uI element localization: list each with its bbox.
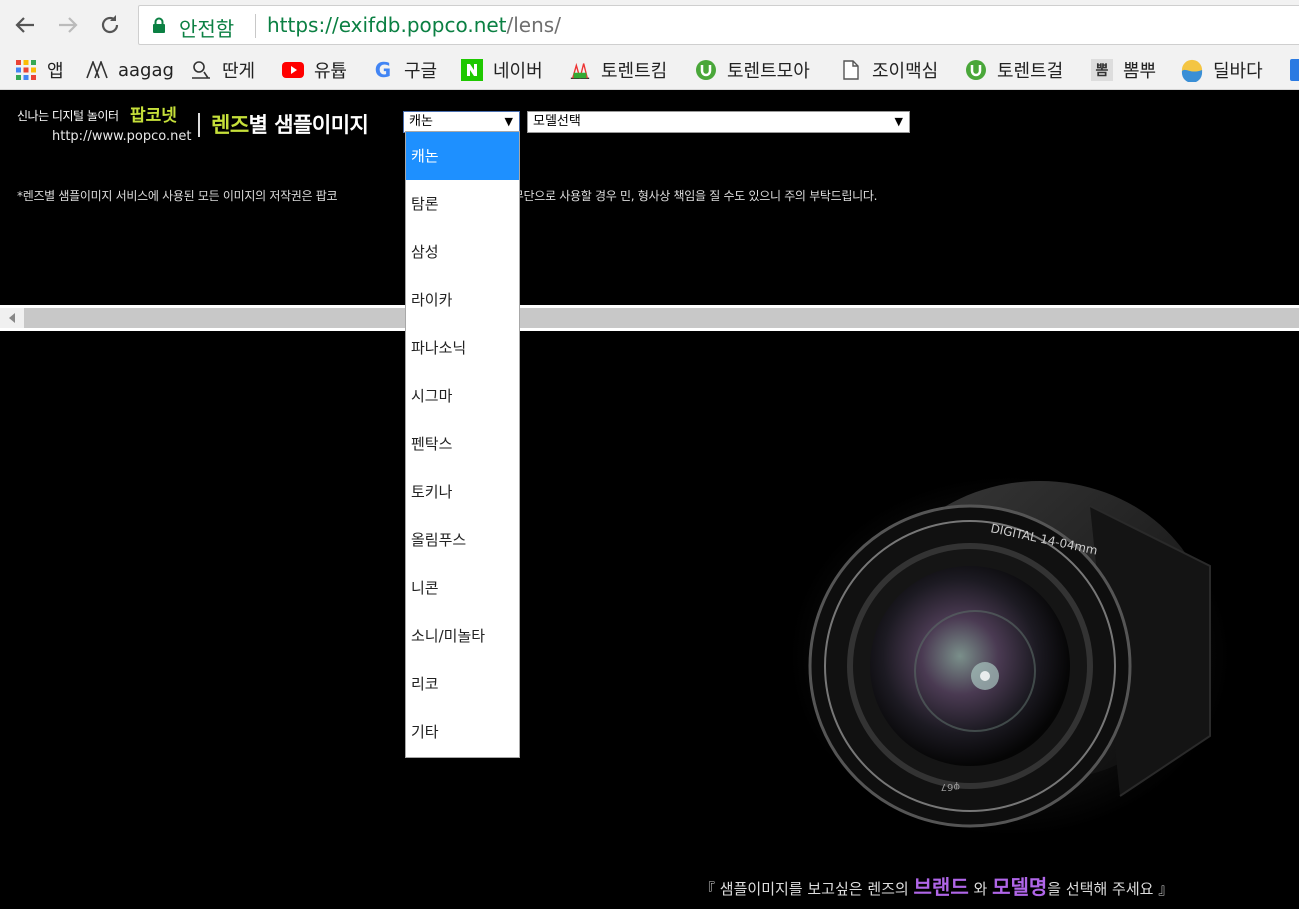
bookmark-torrentgirl[interactable]: 토렌트걸: [965, 56, 1063, 84]
dropdown-arrow-icon: ▼: [504, 115, 513, 128]
dropdown-option[interactable]: 기타: [406, 708, 519, 756]
aagag-icon: [86, 59, 108, 81]
lock-icon: [153, 17, 165, 33]
bookmark-label: 딴게: [222, 61, 256, 82]
scrollbar-track[interactable]: [0, 308, 1299, 328]
address-bar[interactable]: 안전함 https://exifdb.popco.net/lens/: [138, 5, 1299, 45]
caption-open: 『: [700, 880, 716, 898]
bookmark-label: 유튭: [314, 61, 348, 82]
horizontal-scrollbar[interactable]: [0, 305, 1299, 331]
forward-arrow-icon: [59, 17, 78, 33]
caption-part3: 을 선택해 주세요: [1047, 880, 1154, 898]
bookmark-youtube[interactable]: 유튭: [282, 56, 347, 84]
scroll-left-button[interactable]: [0, 308, 24, 328]
youtube-icon: [282, 59, 304, 81]
bookmark-torrentmoa[interactable]: 토렌트모아: [695, 56, 810, 84]
dropdown-option[interactable]: 토키나: [406, 468, 519, 516]
bookmark-google[interactable]: G 구글: [372, 56, 437, 84]
secure-label: 안전함: [179, 17, 235, 41]
dropdown-option[interactable]: 캐논: [406, 132, 519, 180]
bookmark-label: 뽐뿌: [1123, 61, 1157, 82]
camera-lens-image: DIGITAL 14-04mm φ67: [790, 476, 1230, 836]
bookmark-dealbada[interactable]: 딜바다: [1181, 56, 1263, 84]
dropdown-option[interactable]: 탐론: [406, 180, 519, 228]
bookmark-aagag[interactable]: aagag: [86, 56, 174, 84]
caption-part2: 와: [973, 880, 988, 898]
dealbada-icon: [1181, 59, 1203, 82]
bookmark-label: 토렌트모아: [727, 61, 810, 82]
dropdown-option[interactable]: 파나소닉: [406, 324, 519, 372]
url-text: https://exifdb.popco.net/lens/: [267, 13, 561, 37]
google-icon: G: [374, 58, 392, 82]
naver-icon: [461, 59, 483, 81]
dropdown-option[interactable]: 삼성: [406, 228, 519, 276]
bookmark-label: 구글: [404, 61, 438, 82]
bookmark-apps[interactable]: 앱: [15, 56, 64, 84]
caption-part1: 샘플이미지를 보고싶은 렌즈의: [719, 880, 909, 898]
dropdown-option[interactable]: 펜탁스: [406, 420, 519, 468]
browser-toolbar: 안전함 https://exifdb.popco.net/lens/: [0, 0, 1299, 50]
caption-close: 』: [1158, 880, 1174, 898]
url-host: https://exifdb.popco.net: [267, 13, 507, 37]
dropdown-option[interactable]: 올림푸스: [406, 516, 519, 564]
omnibox-divider: [255, 14, 256, 38]
dropdown-option[interactable]: 시그마: [406, 372, 519, 420]
caption-model: 모델명: [992, 875, 1048, 899]
model-select[interactable]: 모델선택 ▼: [527, 111, 910, 133]
bookmark-label: 네이버: [493, 61, 543, 82]
dropdown-arrow-icon: ▼: [894, 115, 903, 128]
caption-brand: 브랜드: [913, 875, 969, 899]
logo-brand[interactable]: 팝코넷: [130, 101, 177, 126]
title-highlight: 렌즈: [211, 113, 249, 137]
bookmark-torrentkim[interactable]: 토렌트킴: [569, 56, 667, 84]
model-select-value: 모델선택: [533, 114, 581, 129]
bookmark-label: 앱: [47, 61, 64, 82]
back-arrow-icon: [15, 17, 34, 33]
bookmark-overflow-icon[interactable]: [1290, 59, 1299, 81]
apps-grid-icon: [15, 59, 37, 81]
page-icon: [840, 59, 862, 81]
reload-button[interactable]: [94, 9, 126, 41]
dropdown-option[interactable]: 니콘: [406, 564, 519, 612]
bookmark-label: 토렌트걸: [997, 61, 1064, 82]
utorrent-icon: [965, 59, 987, 81]
brand-dropdown-list: 캐논 탐론 삼성 라이카 파나소닉 시그마 펜탁스 토키나 올림푸스 니콘 소니…: [405, 131, 520, 758]
ppomppu-icon: 뽐: [1091, 59, 1113, 81]
bookmarks-bar: 앱 aagag 딴게 유튭 G 구글 네이버 토렌트킴 토렌트모아 조이맥심 토…: [0, 50, 1299, 90]
dropdown-option[interactable]: 소니/미놀타: [406, 612, 519, 660]
torrentkim-icon: [569, 59, 591, 81]
logo-url[interactable]: http://www.popco.net: [52, 129, 191, 144]
url-path: /lens/: [506, 13, 561, 37]
bookmark-label: 토렌트킴: [601, 61, 668, 82]
svg-text:φ67: φ67: [941, 781, 960, 792]
logo-tagline: 신나는 디지털 놀이터: [17, 109, 119, 123]
reload-icon: [101, 15, 119, 34]
page-title: 렌즈별 샘플이미지: [211, 109, 369, 139]
bookmark-label: 딜바다: [1213, 61, 1263, 82]
bookmark-ppomppu[interactable]: 뽐 뽐뿌: [1091, 56, 1156, 84]
scroll-left-arrow-icon: [9, 313, 15, 323]
notice-left: *렌즈별 샘플이미지 서비스에 사용된 모든 이미지의 저작권은 팝코: [17, 189, 338, 203]
bottom-caption: 『 샘플이미지를 보고싶은 렌즈의 브랜드 와 모델명을 선택해 주세요 』: [700, 871, 1173, 900]
bookmark-label: 조이맥심: [872, 61, 939, 82]
bookmark-naver[interactable]: 네이버: [461, 56, 543, 84]
dropdown-option[interactable]: 리코: [406, 660, 519, 708]
bookmark-joymaxim[interactable]: 조이맥심: [840, 56, 938, 84]
bookmark-label: aagag: [118, 59, 174, 81]
back-button[interactable]: [9, 9, 41, 41]
utorrent-icon: [695, 59, 717, 81]
dropdown-option[interactable]: 라이카: [406, 276, 519, 324]
title-rest: 별 샘플이미지: [248, 113, 369, 137]
bookmark-ddanzi[interactable]: 딴게: [190, 56, 255, 84]
forward-button[interactable]: [52, 9, 84, 41]
title-divider: [198, 113, 200, 137]
ddanzi-icon: [190, 59, 212, 81]
brand-select-value: 캐논: [409, 114, 433, 129]
page-content: 신나는 디지털 놀이터 팝코넷 http://www.popco.net 렌즈별…: [0, 91, 1299, 909]
brand-select[interactable]: 캐논 ▼: [403, 111, 520, 133]
